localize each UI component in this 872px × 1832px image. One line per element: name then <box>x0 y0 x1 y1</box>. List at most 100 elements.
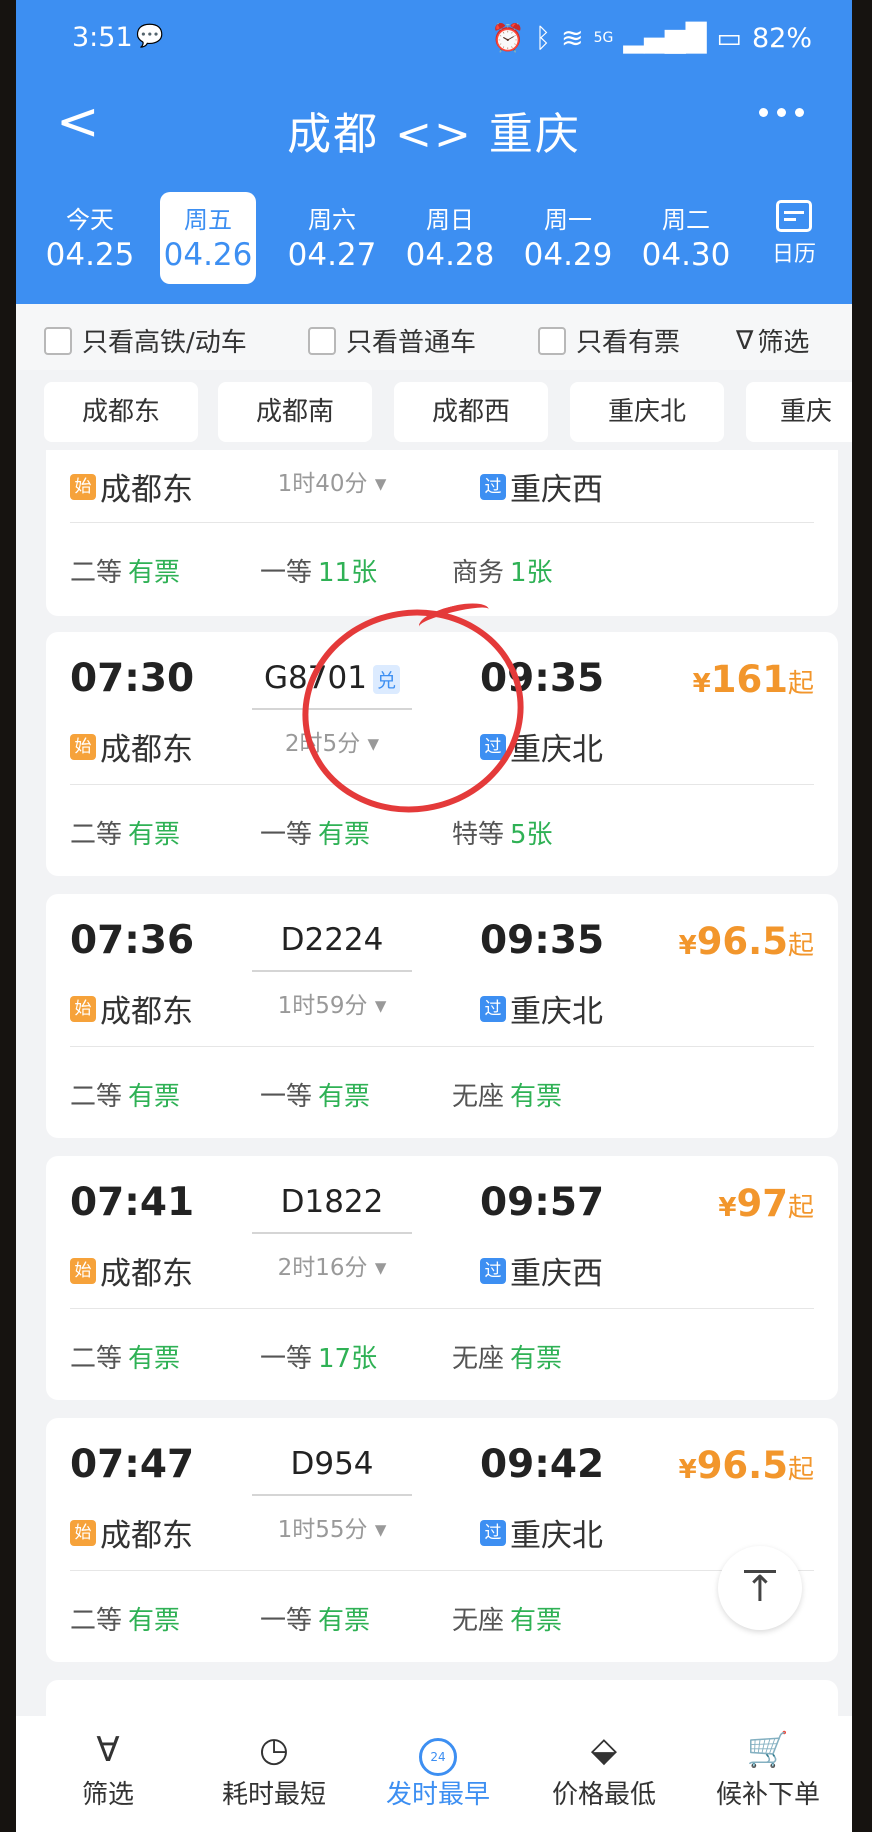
train-card-partial[interactable] <box>46 1680 838 1716</box>
date-tab-1[interactable]: 周五 04.26 <box>160 192 256 284</box>
train-number: D1822 <box>280 1184 384 1220</box>
date-weekday: 周六 <box>308 206 356 234</box>
checkbox-icon <box>538 326 566 355</box>
origin-tag: 始 <box>70 1519 96 1546</box>
price-tag-icon: ⬙ <box>590 1730 618 1770</box>
departure-station: 始 成都东 <box>70 986 193 1031</box>
seat-availability: 有票 <box>128 820 181 850</box>
station-chip-1[interactable]: 成都南 <box>218 382 372 442</box>
price-suffix: 起 <box>787 669 814 699</box>
station-chip-2[interactable]: 成都西 <box>394 382 548 442</box>
seat-availability: 有票 <box>128 1082 181 1112</box>
clock-icon: ◷ <box>259 1730 289 1770</box>
date-value: 04.28 <box>405 237 495 273</box>
divider <box>70 1308 814 1309</box>
app-screen: 3:51 💬 ⏰ ᛒ ≋ 5G ▂▄▆█ ▭ 82% < 成都 <> 重庆 今天… <box>16 0 852 1832</box>
origin-tag: 始 <box>70 733 96 760</box>
date-weekday: 周一 <box>544 206 592 234</box>
date-value: 04.26 <box>163 237 253 273</box>
duration[interactable]: 1时40分 ▾ <box>252 464 412 498</box>
checkbox-icon <box>44 326 72 355</box>
train-card[interactable]: 始 成都东 1时40分 ▾ 过 重庆西 二等 有票 一等 11张 商务 1张 <box>46 450 838 616</box>
date-weekday: 今天 <box>66 206 114 234</box>
seat-class-name: 一等 <box>260 1606 313 1636</box>
sort-earliest-departure[interactable]: 24 发时最早 <box>358 1730 518 1811</box>
seat-availability: 1张 <box>510 558 553 588</box>
price: ¥161起 <box>693 658 814 701</box>
departure-station-name: 成都东 <box>100 1256 193 1292</box>
date-tab-2[interactable]: 周六 04.27 <box>282 192 382 284</box>
more-icon[interactable] <box>759 108 804 117</box>
train-card[interactable]: 07:47 D954 09:42 ¥96.5起 始 成都东 1时55分 ▾ 过 … <box>46 1418 838 1662</box>
arrival-station: 过 重庆西 <box>480 464 603 509</box>
departure-station-name: 成都东 <box>100 1518 193 1554</box>
bottom-sort-bar: ∀ 筛选 ◷ 耗时最短 24 发时最早 ⬙ 价格最低 🛒 候补下单 <box>16 1716 852 1832</box>
origin-tag: 始 <box>70 995 96 1022</box>
departure-station: 始 成都东 <box>70 1510 193 1555</box>
checkbox-label: 只看有票 <box>576 328 681 358</box>
duration[interactable]: 2时16分 ▾ <box>252 1248 412 1282</box>
arrow-up-icon: ↑ <box>744 1569 776 1610</box>
filter-icon: ∀ <box>96 1730 120 1770</box>
arrival-station: 过 重庆北 <box>480 986 603 1031</box>
price: ¥97起 <box>718 1182 814 1225</box>
seat-class: 一等 有票 <box>260 814 370 851</box>
duration[interactable]: 1时55分 ▾ <box>252 1510 412 1544</box>
header-background: 3:51 💬 ⏰ ᛒ ≋ 5G ▂▄▆█ ▭ 82% < 成都 <> 重庆 今天… <box>16 0 852 304</box>
filter-button[interactable]: ∇ 筛选 <box>736 322 809 359</box>
duration-value: 1时59分 <box>277 993 368 1019</box>
status-bar: 3:51 💬 ⏰ ᛒ ≋ 5G ▂▄▆█ ▭ 82% <box>16 18 852 58</box>
seat-availability: 有票 <box>318 1082 371 1112</box>
station-chip-3[interactable]: 重庆北 <box>570 382 724 442</box>
checkbox-high-speed[interactable]: 只看高铁/动车 <box>44 322 247 359</box>
scroll-to-top-button[interactable]: ↑ <box>718 1546 802 1630</box>
duration[interactable]: 1时59分 ▾ <box>252 986 412 1020</box>
date-tab-5[interactable]: 周二 04.30 <box>636 192 736 284</box>
seat-availability: 5张 <box>510 820 553 850</box>
date-value: 04.29 <box>523 237 613 273</box>
seat-class-name: 无座 <box>452 1344 505 1374</box>
seat-class: 无座 有票 <box>452 1600 562 1637</box>
departure-station: 始 成都东 <box>70 1248 193 1293</box>
train-divider <box>252 1494 412 1496</box>
seat-class-name: 一等 <box>260 820 313 850</box>
date-tab-4[interactable]: 周一 04.29 <box>518 192 618 284</box>
price-currency: ¥ <box>678 931 697 961</box>
calendar-icon <box>776 200 812 232</box>
24h-badge: 24 <box>419 1738 457 1776</box>
arrival-time: 09:57 <box>480 1180 605 1225</box>
arrival-station: 过 重庆北 <box>480 1510 603 1555</box>
checkbox-available[interactable]: 只看有票 <box>538 322 680 359</box>
sort-shortest-duration[interactable]: ◷ 耗时最短 <box>194 1730 354 1811</box>
arrival-station-name: 重庆北 <box>510 994 603 1030</box>
sort-earliest-label: 发时最早 <box>385 1780 490 1810</box>
arrival-station: 过 重庆西 <box>480 1248 603 1293</box>
station-chip-0[interactable]: 成都东 <box>44 382 198 442</box>
date-tab-0[interactable]: 今天 04.25 <box>40 192 140 284</box>
seat-class-name: 二等 <box>70 558 123 588</box>
waitlist-order[interactable]: 🛒 候补下单 <box>688 1730 848 1811</box>
date-value: 04.30 <box>641 237 731 273</box>
divider <box>70 1046 814 1047</box>
station-chip-4[interactable]: 重庆 <box>746 382 852 442</box>
divider <box>70 1570 814 1571</box>
sort-lowest-price[interactable]: ⬙ 价格最低 <box>524 1730 684 1811</box>
price-currency: ¥ <box>692 669 711 699</box>
price-suffix: 起 <box>787 931 814 961</box>
date-tab-3[interactable]: 周日 04.28 <box>400 192 500 284</box>
checkbox-regular[interactable]: 只看普通车 <box>308 322 476 359</box>
sort-filter[interactable]: ∀ 筛选 <box>28 1730 188 1811</box>
train-card[interactable]: 07:41 D1822 09:57 ¥97起 始 成都东 2时16分 ▾ 过 重… <box>46 1156 838 1400</box>
price: ¥96.5起 <box>679 1444 814 1487</box>
arrival-station-name: 重庆西 <box>510 1256 603 1292</box>
seat-availability: 有票 <box>128 1606 181 1636</box>
sort-lowest-price-label: 价格最低 <box>551 1780 656 1810</box>
seat-class: 二等 有票 <box>70 1076 180 1113</box>
wechat-icon: 💬 <box>136 24 164 49</box>
station-chips: 成都东 成都南 成都西 重庆北 重庆 <box>16 376 852 444</box>
train-card[interactable]: 07:36 D2224 09:35 ¥96.5起 始 成都东 1时59分 ▾ 过… <box>46 894 838 1138</box>
divider <box>70 522 814 523</box>
seat-class: 一等 有票 <box>260 1076 370 1113</box>
calendar-button[interactable]: 日历 <box>764 200 824 268</box>
arrival-station-name: 重庆北 <box>510 732 603 768</box>
